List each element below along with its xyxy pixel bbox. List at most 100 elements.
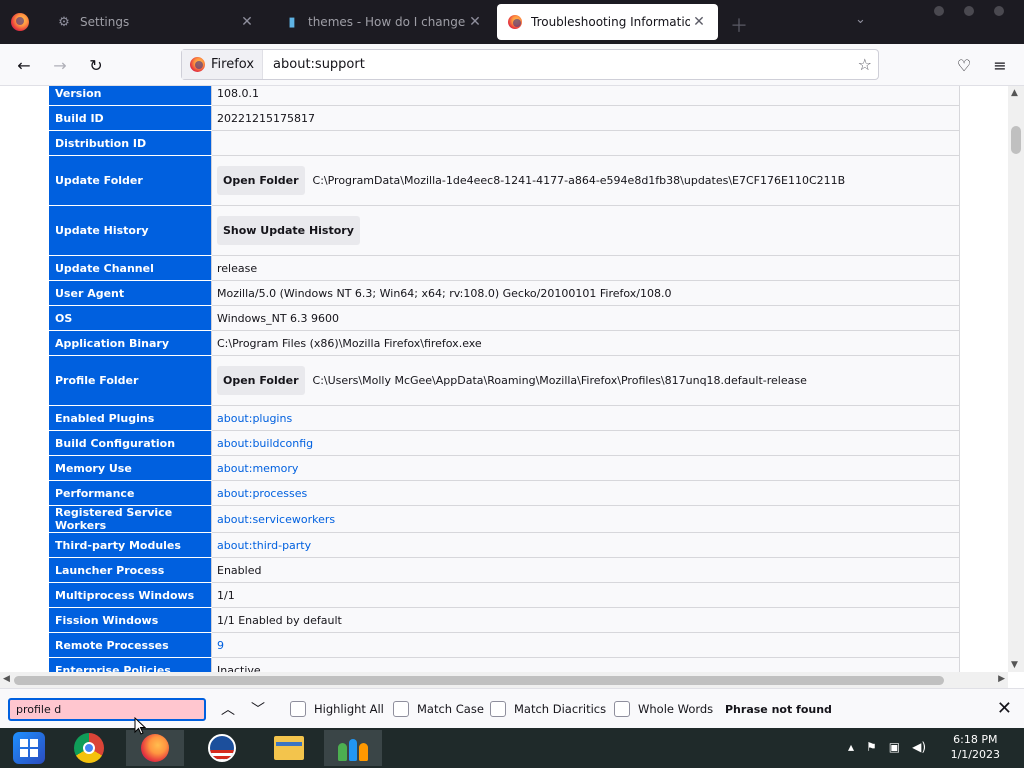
row-link[interactable]: about:plugins: [217, 412, 292, 425]
find-status: Phrase not found: [725, 703, 832, 716]
volume-icon[interactable]: ◀): [912, 740, 926, 754]
row-value: C:\ProgramData\Mozilla-1de4eec8-1241-417…: [312, 174, 846, 187]
identity-box[interactable]: Firefox: [182, 50, 264, 79]
row-label: Application Binary: [48, 330, 212, 356]
row-value-cell: Mozilla/5.0 (Windows NT 6.3; Win64; x64;…: [211, 280, 960, 306]
scroll-right-icon[interactable]: ▶: [998, 674, 1005, 684]
taskbar-chrome[interactable]: [60, 730, 118, 766]
open-folder-button[interactable]: Open Folder: [217, 166, 305, 195]
scrollbar-thumb[interactable]: [14, 676, 944, 685]
taskbar-clock[interactable]: 6:18 PM 1/1/2023: [951, 732, 1000, 762]
scroll-left-icon[interactable]: ◀: [3, 674, 10, 684]
checkbox-box[interactable]: [614, 701, 630, 717]
row-label: Build Configuration: [48, 430, 212, 456]
taskbar-file-explorer[interactable]: [260, 730, 318, 766]
row-value-cell: Windows_NT 6.3 9600: [211, 305, 960, 331]
scrollbar-thumb[interactable]: [1011, 126, 1021, 154]
table-row: Version 108.0.1: [48, 86, 960, 106]
table-row: Multiprocess Windows 1/1: [48, 582, 960, 608]
row-label: Third-party Modules: [48, 532, 212, 558]
open-folder-button[interactable]: Open Folder: [217, 366, 305, 395]
vertical-scrollbar[interactable]: ▲ ▼: [1008, 86, 1024, 672]
row-label: Profile Folder: [48, 355, 212, 406]
tab-strip: ⚙ Settings ✕ ▮ themes - How do I change …: [0, 0, 1024, 44]
show-hidden-icons[interactable]: ▴: [848, 740, 854, 754]
taskbar-app[interactable]: [193, 730, 251, 766]
row-label: Multiprocess Windows: [48, 582, 212, 608]
checkbox-box[interactable]: [393, 701, 409, 717]
row-value: 1/1 Enabled by default: [217, 613, 342, 627]
row-link[interactable]: about:third-party: [217, 539, 311, 552]
row-link[interactable]: about:serviceworkers: [217, 513, 335, 526]
table-row: Performance about:processes: [48, 480, 960, 506]
close-window-button[interactable]: [994, 6, 1004, 16]
row-value: 20221215175817: [217, 111, 315, 125]
forward-button[interactable]: →: [48, 53, 72, 77]
tab-troubleshooting[interactable]: Troubleshooting Information ✕: [497, 4, 718, 40]
row-value: release: [217, 261, 258, 275]
minimize-button[interactable]: [934, 6, 944, 16]
window-controls: [934, 6, 1004, 16]
new-tab-button[interactable]: ＋: [730, 12, 748, 38]
row-value-cell: about:third-party: [211, 532, 960, 558]
row-value: C:\Users\Molly McGee\AppData\Roaming\Moz…: [312, 374, 807, 387]
pocket-button[interactable]: ♡: [952, 53, 976, 77]
tab-settings[interactable]: ⚙ Settings ✕: [46, 4, 266, 40]
table-row: Profile Folder Open Folder C:\Users\Molly …: [48, 355, 960, 406]
row-label: Build ID: [48, 105, 212, 131]
find-input[interactable]: [8, 698, 206, 721]
action-center-flag-icon[interactable]: ⚑: [866, 740, 877, 754]
row-value-cell: about:serviceworkers: [211, 505, 960, 533]
match-diacritics-checkbox[interactable]: Match Diacritics: [490, 701, 606, 717]
url-bar[interactable]: Firefox about:support ☆: [181, 49, 879, 80]
find-previous-button[interactable]: ︿: [221, 699, 235, 719]
row-value-cell: Enabled: [211, 557, 960, 583]
scroll-down-icon[interactable]: ▼: [1011, 660, 1018, 670]
row-label: Registered Service Workers: [48, 505, 212, 533]
back-button[interactable]: ←: [12, 53, 36, 77]
close-icon[interactable]: ✕: [466, 14, 484, 30]
checkbox-box[interactable]: [490, 701, 506, 717]
show-update-history-button[interactable]: Show Update History: [217, 216, 360, 245]
bookmark-star-icon[interactable]: ☆: [858, 55, 872, 74]
page-content: Version 108.0.1 Build ID 20221215175817 Dist…: [0, 86, 1008, 672]
row-value-cell: 9: [211, 632, 960, 658]
close-icon[interactable]: ✕: [238, 14, 256, 30]
close-icon[interactable]: ✕: [690, 14, 708, 30]
row-link[interactable]: about:memory: [217, 462, 298, 475]
scroll-up-icon[interactable]: ▲: [1011, 88, 1018, 98]
app-menu-button[interactable]: ≡: [988, 53, 1012, 77]
match-case-checkbox[interactable]: Match Case: [393, 701, 484, 717]
checkbox-label: Highlight All: [314, 702, 384, 716]
row-value-cell: about:plugins: [211, 405, 960, 431]
tab-themes[interactable]: ▮ themes - How do I change the b ✕: [274, 4, 494, 40]
close-find-bar-button[interactable]: ✕: [997, 698, 1012, 719]
start-button[interactable]: [0, 730, 58, 766]
row-link[interactable]: about:buildconfig: [217, 437, 313, 450]
whole-words-checkbox[interactable]: Whole Words: [614, 701, 713, 717]
highlight-all-checkbox[interactable]: Highlight All: [290, 701, 384, 717]
checkbox-box[interactable]: [290, 701, 306, 717]
row-label: OS: [48, 305, 212, 331]
taskbar-people[interactable]: [324, 730, 382, 766]
find-next-button[interactable]: ﹀: [251, 699, 265, 719]
row-link[interactable]: about:processes: [217, 487, 307, 500]
row-link[interactable]: 9: [217, 639, 224, 652]
firefox-icon: [190, 57, 205, 72]
url-text[interactable]: about:support: [273, 57, 365, 72]
reload-button[interactable]: ↻: [84, 53, 108, 77]
row-label: Launcher Process: [48, 557, 212, 583]
firefox-view-button[interactable]: [0, 0, 40, 44]
row-label: Distribution ID: [48, 130, 212, 156]
table-row: Distribution ID: [48, 130, 960, 156]
row-label: Performance: [48, 480, 212, 506]
network-icon[interactable]: ▣: [889, 740, 900, 754]
taskbar-firefox[interactable]: [126, 730, 184, 766]
horizontal-scrollbar[interactable]: ◀ ▶: [0, 672, 1008, 688]
table-row: Enterprise Policies Inactive: [48, 657, 960, 672]
row-label: User Agent: [48, 280, 212, 306]
maximize-button[interactable]: [964, 6, 974, 16]
hamburger-menu-icon: ≡: [993, 55, 1007, 75]
list-all-tabs-button[interactable]: ⌄: [855, 12, 866, 27]
application-basics-table: Version 108.0.1 Build ID 20221215175817 Dist…: [48, 86, 960, 672]
